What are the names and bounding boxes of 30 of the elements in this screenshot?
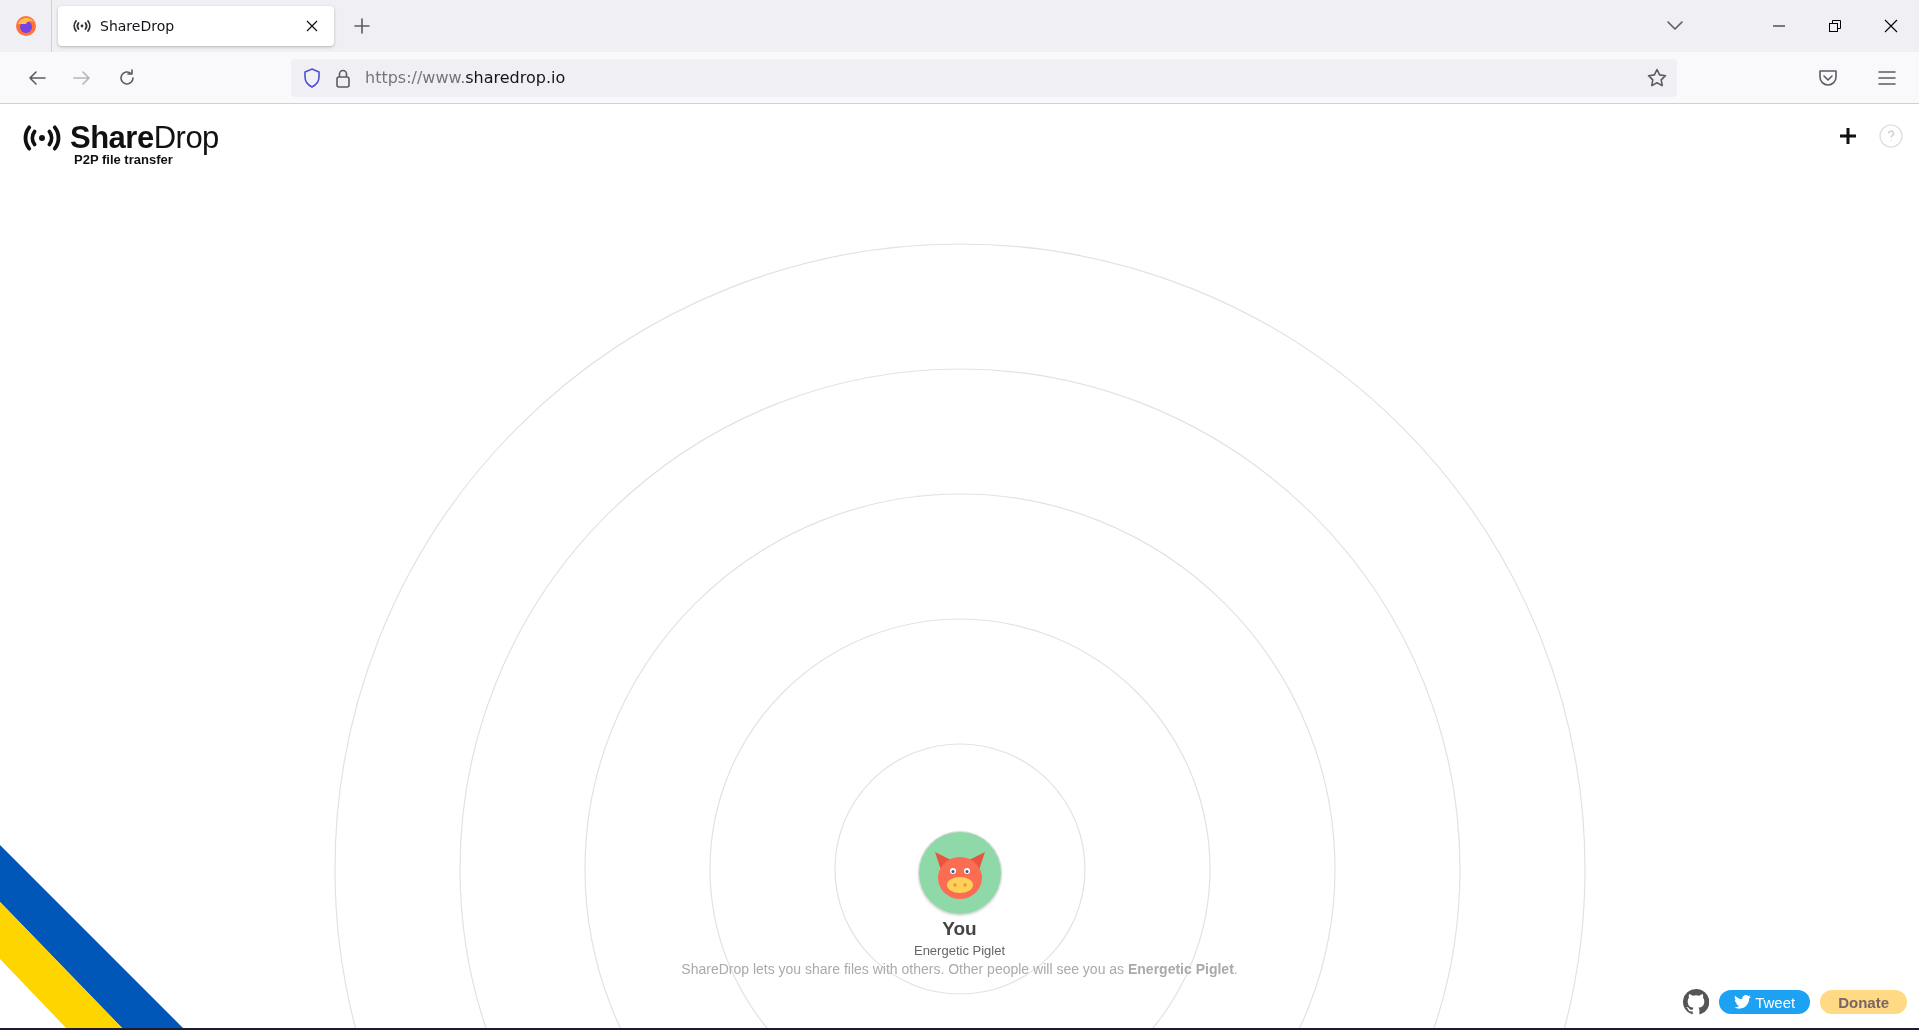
back-arrow-icon bbox=[27, 69, 46, 86]
browser-logo-icon[interactable] bbox=[14, 15, 37, 37]
menu-icon bbox=[1877, 70, 1896, 85]
user-label: You bbox=[942, 918, 977, 940]
star-icon[interactable] bbox=[1647, 67, 1667, 88]
logo-text: ShareDrop bbox=[70, 120, 219, 155]
reload-icon bbox=[117, 68, 136, 87]
add-button[interactable] bbox=[1839, 127, 1857, 145]
help-icon bbox=[1879, 124, 1903, 148]
restore-icon bbox=[1828, 19, 1842, 33]
chevron-down-icon bbox=[1667, 21, 1683, 31]
bird-icon bbox=[1734, 995, 1752, 1009]
user-name: Energetic Piglet bbox=[913, 943, 1006, 958]
close-icon bbox=[306, 20, 318, 32]
close-icon bbox=[1884, 19, 1898, 33]
browser-tab[interactable]: ShareDrop bbox=[58, 6, 334, 46]
broadcast-icon bbox=[72, 18, 92, 34]
logo-tagline: P2P file transfer bbox=[74, 152, 173, 167]
address-bar[interactable]: https://www.sharedrop.io bbox=[291, 58, 1677, 97]
donate-button[interactable]: Donate bbox=[1820, 990, 1907, 1014]
github-link[interactable] bbox=[1683, 989, 1710, 1015]
plus-icon bbox=[1839, 127, 1857, 145]
url-text: https://www.sharedrop.io bbox=[365, 68, 567, 87]
lock-icon[interactable] bbox=[335, 67, 351, 88]
forward-arrow-icon bbox=[72, 69, 91, 86]
github-icon bbox=[1683, 989, 1710, 1015]
plus-icon bbox=[354, 18, 370, 34]
shield-icon[interactable] bbox=[303, 67, 321, 88]
intro-text: ShareDrop lets you share files with others. Other people will see you as Energetic Piglet. bbox=[681, 961, 1238, 977]
pocket-icon bbox=[1817, 68, 1838, 87]
